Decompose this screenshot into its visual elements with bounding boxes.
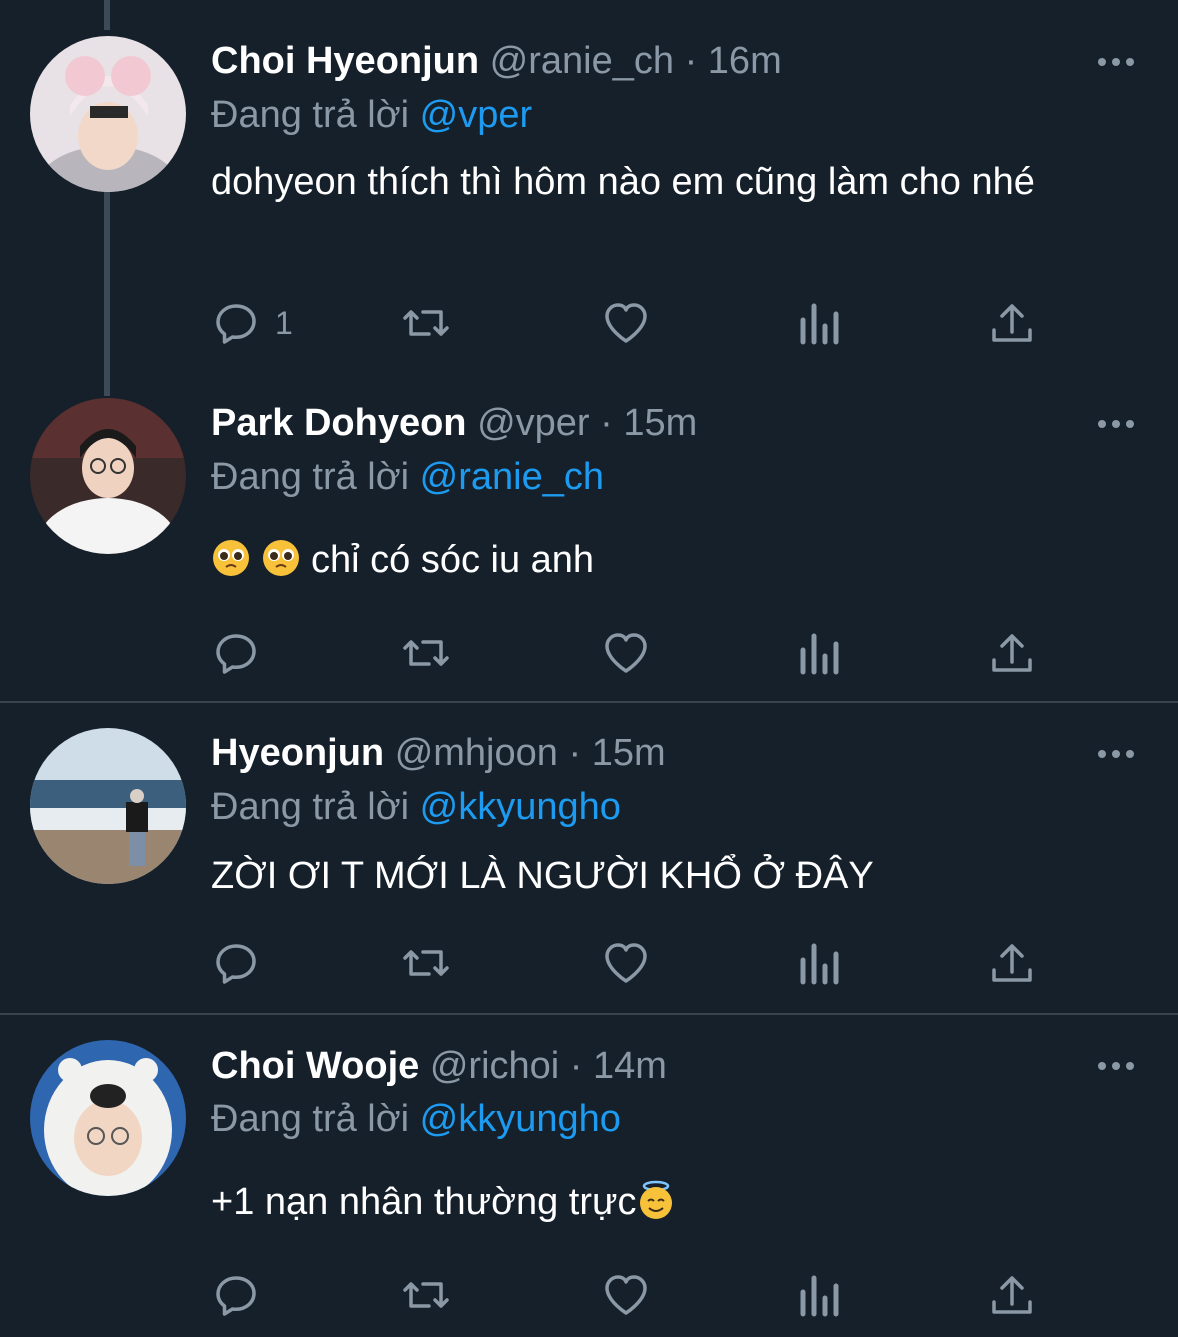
heart-icon <box>605 1275 647 1315</box>
separator-dot: · <box>569 1045 583 1087</box>
tweet-4[interactable]: Choi Wooje @richoi · 14m Đang trả lời @k… <box>0 0 1178 1337</box>
reply-button[interactable] <box>211 1270 261 1320</box>
tweet-text: +1 nạn nhân thường trực <box>211 1181 637 1223</box>
retweet-icon <box>403 1282 449 1308</box>
views-icon <box>800 1275 839 1317</box>
reply-icon <box>216 1276 256 1316</box>
avatar[interactable] <box>30 1040 186 1196</box>
retweet-button[interactable] <box>401 1270 451 1320</box>
timestamp[interactable]: 14m <box>593 1045 667 1087</box>
display-name[interactable]: Choi Wooje <box>211 1045 419 1087</box>
angel-face-emoji <box>640 1180 673 1219</box>
more-options-icon[interactable] <box>1096 1056 1136 1076</box>
share-icon <box>992 1276 1032 1314</box>
like-button[interactable] <box>601 1270 651 1320</box>
replying-prefix: Đang trả lời <box>211 1098 410 1140</box>
replying-to: Đang trả lời @kkyungho <box>211 1096 621 1142</box>
mention-link[interactable]: @kkyungho <box>420 1098 621 1140</box>
handle[interactable]: @richoi <box>430 1045 559 1087</box>
share-button[interactable] <box>987 1270 1037 1320</box>
action-bar <box>211 1270 1061 1320</box>
tweet-content: +1 nạn nhân thường trực <box>211 1176 1111 1228</box>
views-button[interactable] <box>795 1270 845 1320</box>
